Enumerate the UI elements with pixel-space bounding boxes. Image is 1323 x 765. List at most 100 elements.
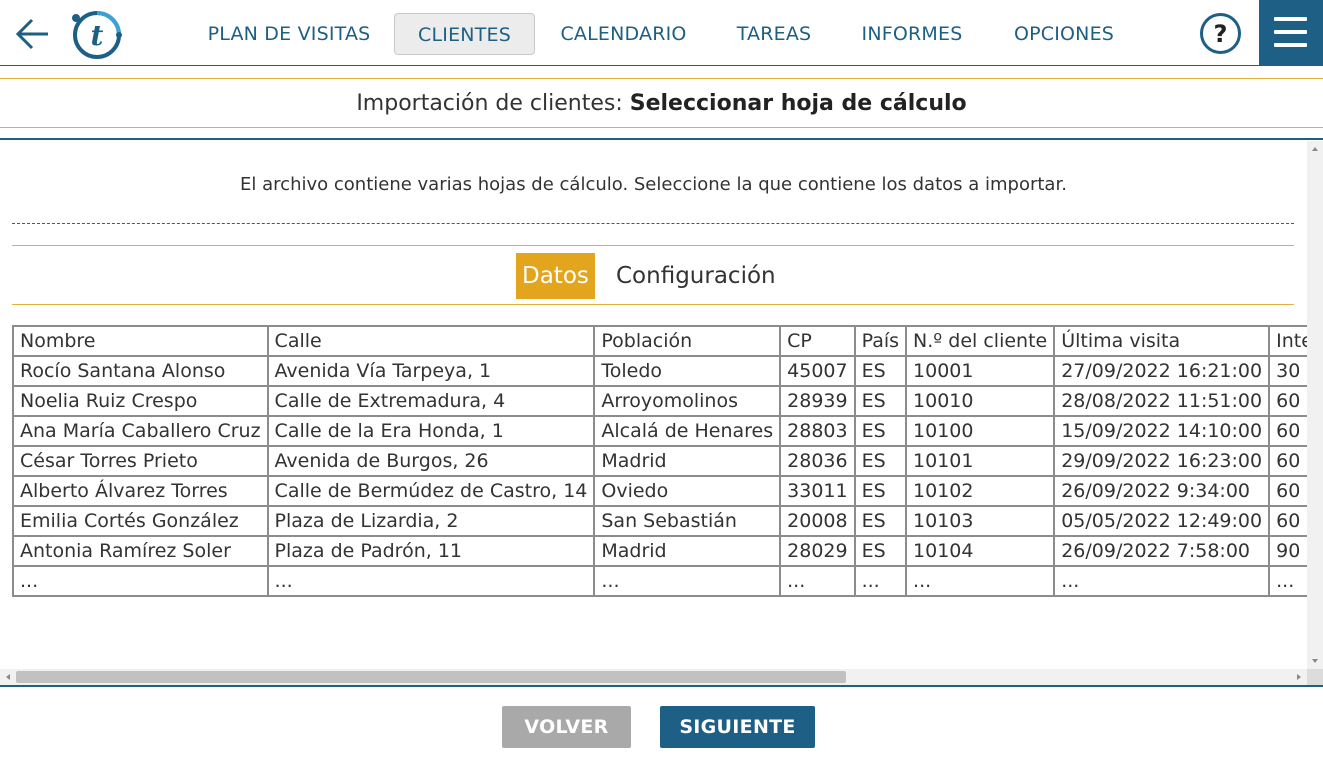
divider: [0, 138, 1323, 140]
table-cell: Arroyomolinos: [593, 385, 782, 417]
table-cell: 28036: [779, 445, 856, 477]
table-cell: 60: [1268, 475, 1307, 507]
table-cell: 28029: [779, 535, 856, 567]
tab-configuracion[interactable]: Configuración: [616, 253, 776, 299]
table-cell: Rocío Santana Alonso: [12, 355, 269, 387]
table-header-row: Nombre Calle Población CP País N.º del client…: [12, 325, 1307, 357]
table-cell: 10103: [905, 505, 1056, 537]
table-cell: 29/09/2022 16:23:00: [1053, 445, 1271, 477]
table-header-cell: Nombre: [12, 325, 269, 357]
table-cell: ...: [266, 565, 596, 597]
dotted-divider: [12, 223, 1294, 224]
scroll-left-arrow-icon[interactable]: [6, 674, 10, 680]
table-cell: Antonia Ramírez Soler: [12, 535, 269, 567]
table-cell: ...: [905, 565, 1056, 597]
divider: [0, 685, 1323, 687]
table-cell: Plaza de Lizardia, 2: [266, 505, 596, 537]
table-cell: 20008: [779, 505, 856, 537]
table-cell: 60: [1268, 505, 1307, 537]
table-cell: Calle de Bermúdez de Castro, 14: [266, 475, 596, 507]
page-title-main: Seleccionar hoja de cálculo: [629, 91, 967, 116]
table-cell: 90: [1268, 535, 1307, 567]
table-cell: ...: [1268, 565, 1307, 597]
back-arrow-icon[interactable]: [12, 14, 52, 54]
table-row: Antonia Ramírez Soler Plaza de Padrón, 11…: [12, 535, 1307, 567]
nav-tareas[interactable]: TAREAS: [728, 13, 820, 55]
table-cell: ...: [853, 565, 908, 597]
nav-opciones[interactable]: OPCIONES: [1004, 13, 1124, 55]
table-header-cell: Última visita: [1053, 325, 1271, 357]
table-cell: Toledo: [593, 355, 782, 387]
sheet-tabs: Datos Configuración: [12, 245, 1294, 305]
table-row: Alberto Álvarez Torres Calle de Bermúdez …: [12, 475, 1307, 507]
table-cell: 45007: [779, 355, 856, 387]
table-cell: Ana María Caballero Cruz: [12, 415, 269, 447]
table-cell: San Sebastián: [593, 505, 782, 537]
nav-calendario[interactable]: CALENDARIO: [551, 13, 696, 55]
instruction-text: El archivo contiene varias hojas de cálc…: [240, 174, 1067, 195]
help-question-icon[interactable]: ?: [1199, 12, 1242, 55]
table-cell: 10102: [905, 475, 1056, 507]
logo-letter: t: [91, 19, 104, 52]
page-title: Importación de clientes: Seleccionar hoj…: [0, 78, 1323, 128]
nav-plan-de-visitas[interactable]: PLAN DE VISITAS: [200, 13, 378, 55]
table-cell: Noelia Ruiz Crespo: [12, 385, 269, 417]
app-logo: t: [70, 8, 124, 60]
nav-informes[interactable]: INFORMES: [851, 13, 973, 55]
scroll-up-arrow-icon[interactable]: [1312, 147, 1318, 151]
table-cell: 27/09/2022 16:21:00: [1053, 355, 1271, 387]
scroll-down-arrow-icon[interactable]: [1312, 659, 1318, 663]
table-header-cell: Intervalo: [1268, 325, 1307, 357]
table-cell: 26/09/2022 9:34:00: [1053, 475, 1271, 507]
nav-clientes[interactable]: CLIENTES: [394, 13, 535, 55]
table-header-cell: N.º del cliente: [905, 325, 1056, 357]
table-cell: ES: [853, 415, 908, 447]
spreadsheet-preview-table: Nombre Calle Población CP País N.º del client…: [12, 325, 1307, 597]
table-cell: ES: [853, 535, 908, 567]
table-cell: Emilia Cortés González: [12, 505, 269, 537]
vertical-scrollbar[interactable]: [1307, 141, 1323, 669]
table-cell: ES: [853, 445, 908, 477]
table-cell: 60: [1268, 445, 1307, 477]
table-cell: Avenida Vía Tarpeya, 1: [266, 355, 596, 387]
table-row: Rocío Santana Alonso Avenida Vía Tarpeya,…: [12, 355, 1307, 387]
horizontal-scrollbar[interactable]: [0, 669, 1307, 685]
table-cell: Madrid: [593, 445, 782, 477]
hamburger-menu-icon[interactable]: [1259, 0, 1323, 66]
table-row: Ana María Caballero Cruz Calle de la Era …: [12, 415, 1307, 447]
volver-button[interactable]: VOLVER: [502, 706, 631, 748]
table-cell: 28/08/2022 11:51:00: [1053, 385, 1271, 417]
table-cell: 33011: [779, 475, 856, 507]
table-cell: ES: [853, 475, 908, 507]
table-cell: 60: [1268, 385, 1307, 417]
scrollbar-corner: [1307, 669, 1323, 685]
siguiente-button[interactable]: SIGUIENTE: [660, 706, 815, 748]
table-cell: 10101: [905, 445, 1056, 477]
table-cell: 10104: [905, 535, 1056, 567]
table-cell: Calle de Extremadura, 4: [266, 385, 596, 417]
table-cell: Oviedo: [593, 475, 782, 507]
table-row: ........................: [12, 565, 1307, 597]
help-label: ?: [1214, 20, 1228, 48]
table-header-cell: Calle: [266, 325, 596, 357]
top-navigation-bar: t PLAN DE VISITAS CLIENTES CALENDARIO TA…: [0, 0, 1323, 66]
table-row: César Torres Prieto Avenida de Burgos, 26…: [12, 445, 1307, 477]
table-cell: 10001: [905, 355, 1056, 387]
table-cell: 28939: [779, 385, 856, 417]
table-cell: 30: [1268, 355, 1307, 387]
table-cell: Calle de la Era Honda, 1: [266, 415, 596, 447]
table-cell: 10100: [905, 415, 1056, 447]
table-cell: 15/09/2022 14:10:00: [1053, 415, 1271, 447]
scroll-right-arrow-icon[interactable]: [1297, 674, 1301, 680]
table-cell: 28803: [779, 415, 856, 447]
table-cell: Alcalá de Henares: [593, 415, 782, 447]
table-cell: Avenida de Burgos, 26: [266, 445, 596, 477]
table-row: Noelia Ruiz Crespo Calle de Extremadura, …: [12, 385, 1307, 417]
tab-datos[interactable]: Datos: [516, 253, 595, 299]
table-cell: ES: [853, 505, 908, 537]
table-cell: César Torres Prieto: [12, 445, 269, 477]
table-cell: Plaza de Padrón, 11: [266, 535, 596, 567]
table-cell: ...: [12, 565, 269, 597]
table-cell: 10010: [905, 385, 1056, 417]
horizontal-scroll-thumb[interactable]: [16, 671, 846, 683]
